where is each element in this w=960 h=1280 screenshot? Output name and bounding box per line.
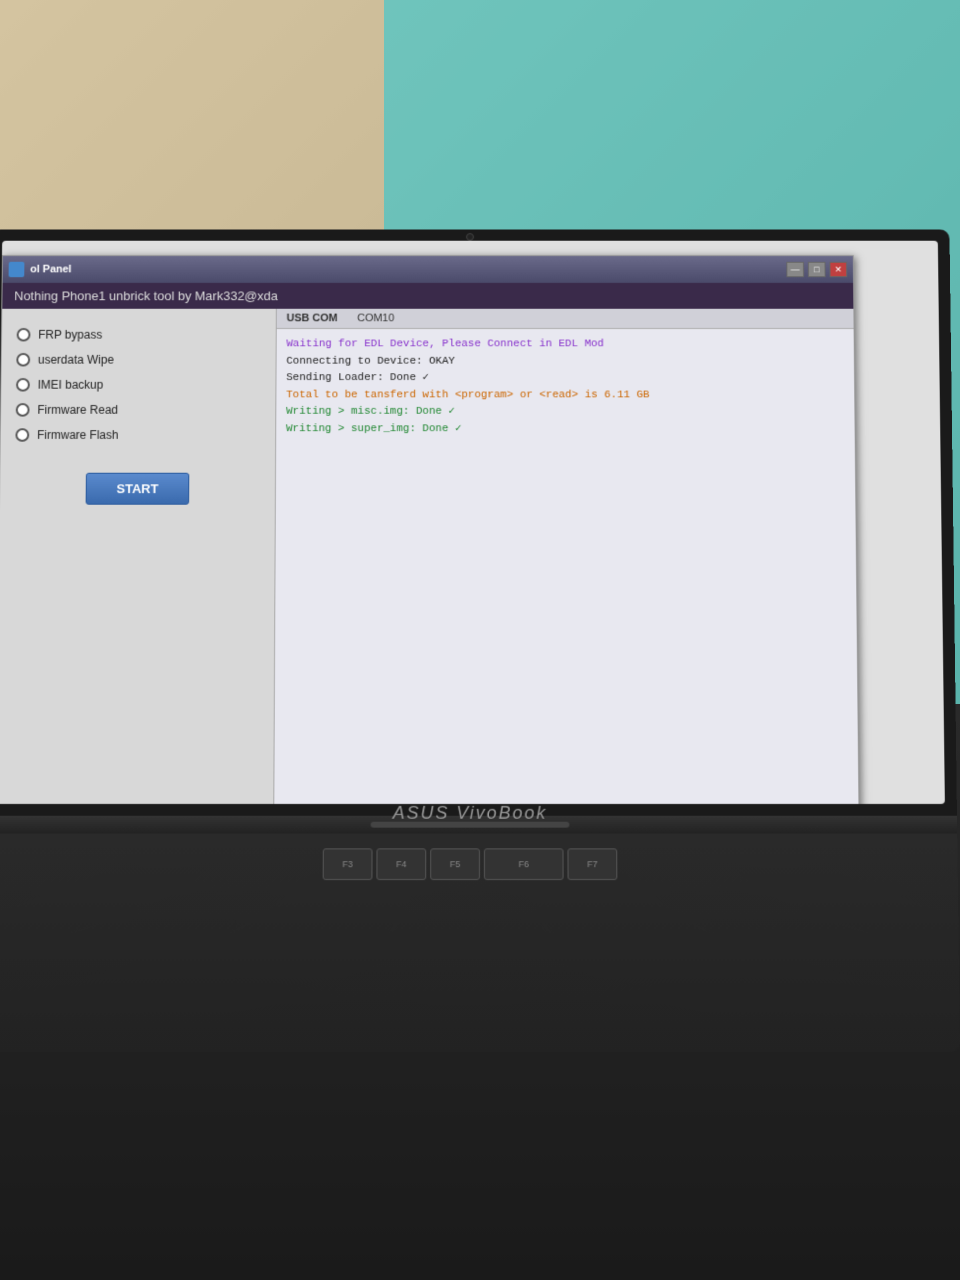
radio-firmware-flash[interactable] — [15, 428, 29, 442]
start-button[interactable]: START — [86, 473, 189, 505]
option-imei-backup[interactable]: IMEI backup — [16, 378, 261, 391]
close-button[interactable]: ✕ — [829, 262, 847, 277]
key-f6-label: F6 — [518, 859, 528, 869]
right-panel: USB COM COM10 Waiting for EDL Device, Pl… — [274, 309, 859, 804]
label-userdata-wipe: userdata Wipe — [38, 353, 114, 366]
laptop-brand-label: ASUS VivoBook — [393, 803, 548, 824]
minimize-button[interactable]: — — [786, 262, 804, 277]
key-f4-label: F4 — [396, 859, 406, 869]
log-line-6: Writing > super_img: Done ✓ — [286, 421, 845, 438]
app-subtitle: ol Panel — [30, 264, 71, 275]
title-bar: ol Panel — □ ✕ — [3, 256, 854, 283]
option-firmware-read[interactable]: Firmware Read — [16, 403, 261, 417]
app-header: Nothing Phone1 unbrick tool by Mark332@x… — [2, 283, 853, 309]
option-firmware-flash[interactable]: Firmware Flash — [15, 428, 260, 442]
title-bar-left: ol Panel — [9, 262, 72, 277]
keyboard-panel: F3 F4 F5 F6 F7 — [0, 834, 960, 1052]
app-title: Nothing Phone1 unbrick tool by Mark332@x… — [14, 289, 278, 303]
radio-frp-bypass[interactable] — [17, 328, 31, 341]
keyboard-rows: F3 F4 F5 F6 F7 — [12, 848, 928, 885]
log-line-4: Total to be tansferd with <program> or <… — [286, 387, 844, 404]
left-panel: FRP bypass userdata Wipe IMEI backup — [0, 309, 277, 804]
laptop: ol Panel — □ ✕ Nothing Phone1 unbrick to… — [0, 229, 960, 1052]
label-firmware-flash: Firmware Flash — [37, 428, 118, 442]
option-userdata-wipe[interactable]: userdata Wipe — [16, 353, 261, 366]
key-f3[interactable]: F3 — [323, 848, 373, 880]
key-f7[interactable]: F7 — [567, 848, 617, 880]
key-f7-label: F7 — [587, 859, 597, 869]
log-line-5: Writing > misc.img: Done ✓ — [286, 404, 845, 421]
webcam — [466, 233, 474, 241]
maximize-button[interactable]: □ — [808, 262, 826, 277]
app-body: FRP bypass userdata Wipe IMEI backup — [0, 309, 859, 804]
radio-firmware-read[interactable] — [16, 403, 30, 417]
screen-panel: ol Panel — □ ✕ Nothing Phone1 unbrick to… — [0, 229, 957, 816]
option-frp-bypass[interactable]: FRP bypass — [17, 328, 261, 341]
screen: ol Panel — □ ✕ Nothing Phone1 unbrick to… — [0, 241, 945, 804]
radio-imei-backup[interactable] — [16, 378, 30, 391]
label-imei-backup: IMEI backup — [38, 378, 104, 391]
window-controls: — □ ✕ — [786, 262, 847, 277]
key-f5-label: F5 — [450, 859, 460, 869]
key-f5[interactable]: F5 — [430, 848, 480, 880]
key-f3-label: F3 — [342, 859, 352, 869]
log-line-1: Waiting for EDL Device, Please Connect i… — [286, 337, 844, 354]
console-header: USB COM COM10 — [277, 309, 854, 329]
app-window: ol Panel — □ ✕ Nothing Phone1 unbrick to… — [0, 255, 860, 804]
usb-com-label: USB COM — [287, 313, 338, 325]
com-port: COM10 — [357, 313, 394, 325]
log-line-3: Sending Loader: Done ✓ — [286, 371, 844, 388]
log-line-2: Connecting to Device: OKAY — [286, 354, 844, 371]
key-f4[interactable]: F4 — [376, 848, 426, 880]
function-key-row: F3 F4 F5 F6 F7 — [12, 848, 928, 880]
key-f6[interactable]: F6 — [484, 848, 564, 880]
label-firmware-read: Firmware Read — [37, 403, 118, 417]
radio-userdata-wipe[interactable] — [16, 353, 30, 366]
console-output: Waiting for EDL Device, Please Connect i… — [274, 329, 859, 804]
label-frp-bypass: FRP bypass — [38, 328, 102, 341]
app-icon — [9, 262, 25, 277]
